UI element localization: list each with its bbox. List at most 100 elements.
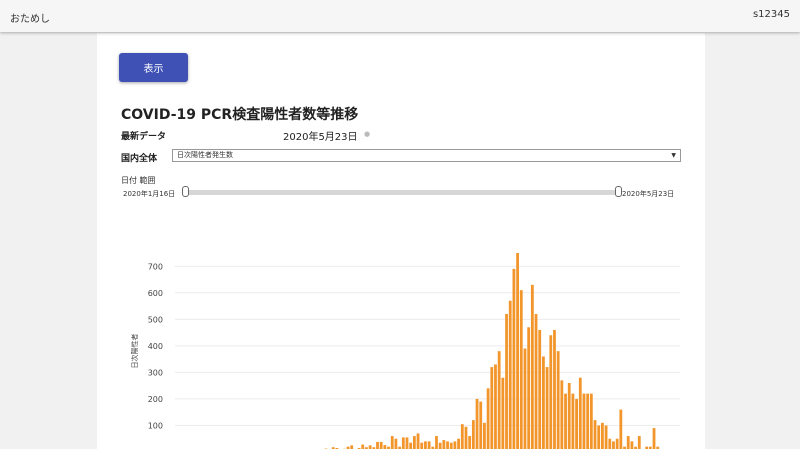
bar [505, 314, 508, 449]
bar [519, 290, 523, 449]
bar [464, 426, 468, 449]
range-start-label: 2020年1月16日 [123, 190, 176, 198]
bar [494, 364, 497, 449]
bar [460, 424, 464, 449]
bar [597, 425, 601, 449]
bar [490, 367, 494, 449]
y-axis-label: 日次陽性者 [130, 334, 139, 369]
bar [405, 437, 409, 449]
bar [542, 356, 545, 449]
bar [483, 422, 486, 449]
bar [442, 440, 446, 449]
app-title: おためし [10, 14, 50, 25]
bar [630, 441, 634, 449]
bar [435, 436, 438, 449]
bar [637, 436, 641, 449]
range-start-handle[interactable] [182, 186, 189, 197]
bar [350, 445, 354, 449]
bar [556, 351, 560, 449]
y-axis-ticks: 0100200300400500600700 [148, 262, 163, 449]
bar [420, 442, 424, 449]
bar [615, 438, 619, 449]
bar [575, 398, 578, 449]
y-tick-label: 600 [148, 289, 163, 298]
bar [589, 393, 593, 449]
bar [379, 441, 383, 449]
bar [401, 437, 405, 449]
date-range-slider[interactable] [185, 190, 619, 195]
bar [582, 393, 586, 449]
bar [424, 441, 427, 449]
bar [534, 314, 538, 449]
bar [545, 367, 549, 449]
show-button[interactable]: 表示 [119, 53, 188, 82]
bar [530, 284, 534, 449]
bar [453, 441, 457, 449]
region-label: 国内全体 [121, 154, 158, 164]
bar [468, 436, 472, 449]
bar [601, 422, 604, 449]
user-id[interactable]: s12345 [753, 9, 790, 20]
bar [361, 444, 365, 449]
bar [538, 329, 542, 449]
bar [578, 377, 582, 449]
bar [512, 268, 516, 449]
bar [376, 441, 379, 449]
bar [409, 442, 413, 449]
bar [523, 348, 527, 449]
bar [567, 383, 571, 449]
bar [586, 393, 590, 449]
bar [626, 436, 630, 449]
metric-select-value: 日次陽性者発生数 [177, 151, 233, 159]
bar [427, 441, 431, 449]
bar [652, 428, 656, 449]
positive-cases-chart: 0100200300400500600700 1月23日2月7日2月22日3月8… [130, 253, 680, 449]
bar [560, 380, 564, 449]
bar [412, 436, 416, 449]
top-app-bar: おためし s12345 [0, 0, 800, 32]
bar [508, 300, 512, 449]
bar [438, 442, 442, 449]
bar [475, 398, 479, 449]
dropdown-arrow-icon[interactable]: ▼ [671, 150, 676, 161]
bar [446, 441, 449, 449]
chart-grid [175, 265, 680, 426]
bar [479, 401, 483, 449]
y-tick-label: 700 [148, 262, 163, 271]
page-title: COVID-19 PCR検査陽性者数等推移 [121, 107, 359, 123]
bar [501, 377, 505, 449]
bar [612, 441, 615, 449]
y-tick-label: 400 [148, 342, 163, 351]
range-end-label: 2020年5月23日 [622, 190, 675, 198]
range-end-handle[interactable] [615, 186, 622, 197]
bar [593, 420, 597, 449]
bar [604, 425, 608, 449]
bar [449, 442, 453, 449]
bar [390, 436, 394, 449]
bar [527, 327, 531, 449]
latest-data-label: 最新データ [121, 132, 167, 142]
bar [516, 253, 519, 449]
y-tick-label: 300 [148, 368, 163, 377]
metric-select[interactable]: 日次陽性者発生数 ▼ [172, 149, 681, 162]
bar [553, 329, 556, 449]
chart-bars [324, 253, 660, 449]
bar [368, 445, 372, 449]
bar [549, 335, 553, 449]
y-tick-label: 200 [148, 395, 163, 404]
bar [383, 445, 387, 449]
bar [471, 420, 475, 449]
bar [571, 393, 575, 449]
bar [608, 438, 612, 449]
bar [457, 438, 460, 449]
loading-dot-icon: ● [364, 130, 371, 138]
bar [497, 351, 501, 449]
y-tick-label: 100 [148, 421, 163, 430]
main-card: 表示 COVID-19 PCR検査陽性者数等推移 最新データ 2020年5月23… [97, 33, 705, 449]
latest-data-value: 2020年5月23日 [283, 132, 358, 143]
y-tick-label: 500 [148, 315, 163, 324]
date-range-label: 日付 範囲 [121, 176, 156, 185]
bar [619, 409, 623, 449]
bar [416, 433, 420, 449]
bar [394, 438, 398, 449]
